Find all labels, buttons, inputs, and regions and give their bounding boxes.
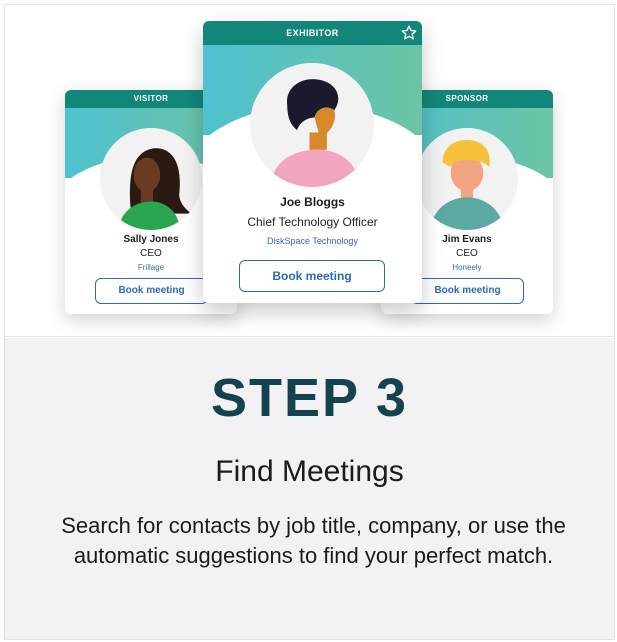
avatar [250, 63, 374, 187]
avatar [100, 128, 202, 230]
contact-company: DiskSpace Technology [267, 236, 358, 246]
step-description: Search for contacts by job title, compan… [61, 513, 566, 568]
onboarding-panel: VISITOR Sally Jones CEO Frillage Book me… [4, 4, 615, 640]
person-avatar-icon [100, 128, 202, 230]
book-meeting-button[interactable]: Book meeting [411, 278, 524, 304]
person-avatar-icon [416, 128, 518, 230]
person-avatar-icon [250, 63, 374, 187]
contact-name: Joe Bloggs [280, 195, 345, 209]
card-badge: EXHIBITOR [203, 21, 422, 45]
cards-showcase: VISITOR Sally Jones CEO Frillage Book me… [5, 5, 614, 337]
star-outline-icon[interactable] [400, 24, 418, 42]
contact-role: Chief Technology Officer [247, 215, 378, 229]
book-meeting-button[interactable]: Book meeting [239, 260, 385, 292]
section-heading: Find Meetings [215, 455, 404, 488]
contact-card-exhibitor: EXHIBITOR Joe Bloggs Chief Technology Of… [203, 21, 422, 303]
book-meeting-button[interactable]: Book meeting [95, 278, 208, 304]
avatar [416, 128, 518, 230]
step-title: STEP 3 [210, 368, 409, 428]
